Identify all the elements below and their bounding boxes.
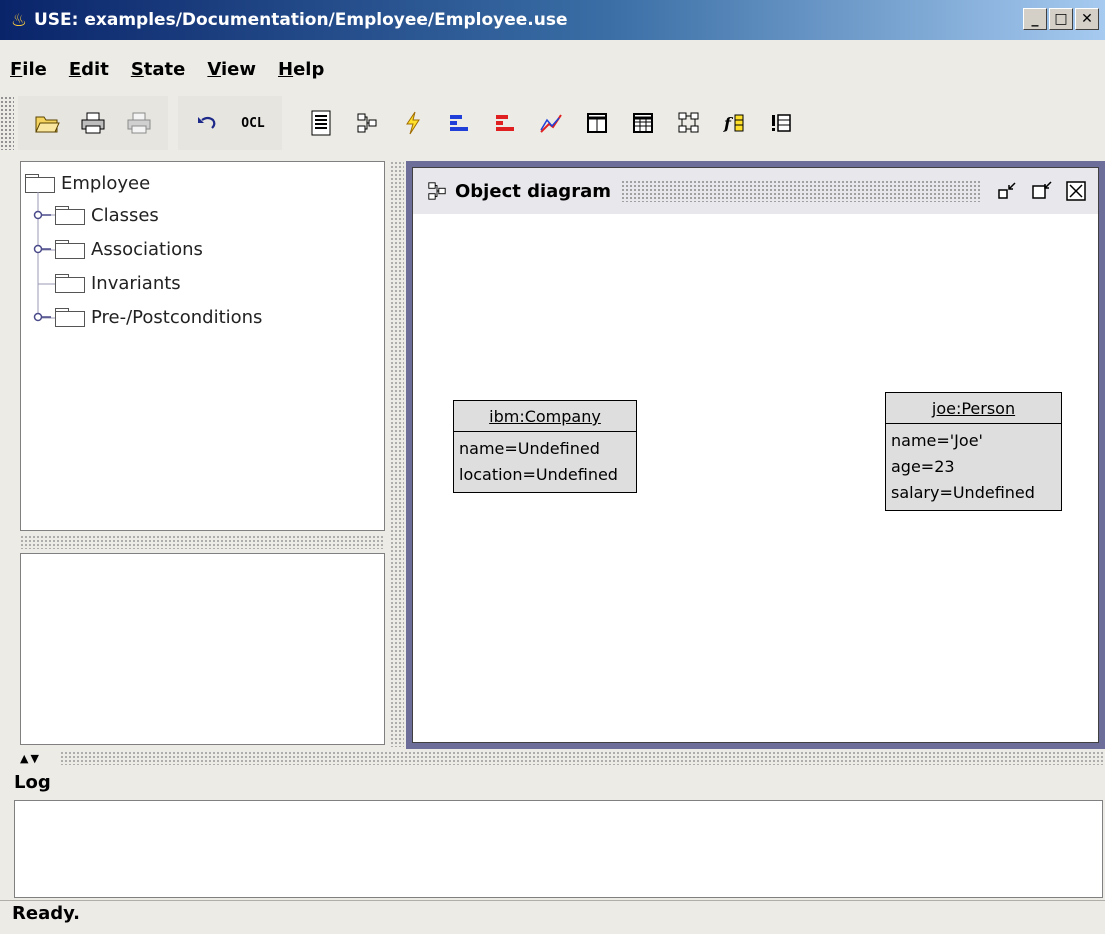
left-splitter[interactable] [20,535,385,549]
blue-bars-icon[interactable] [443,107,475,139]
lightning-icon[interactable] [397,107,429,139]
invariant-list-icon[interactable] [765,107,797,139]
menu-file[interactable]: File [0,59,58,80]
splitter-arrows[interactable]: ▲ ▼ [20,751,60,765]
titlebar-texture [620,180,982,202]
tree-item-invariants[interactable]: Invariants [55,268,181,298]
toolbar-grip[interactable] [0,96,14,150]
print-disabled-icon[interactable] [123,107,155,139]
svg-text:f: f [723,114,734,133]
folder-icon [55,206,85,225]
minimize-button[interactable]: _ [1023,8,1047,30]
folder-icon [55,308,85,327]
object-attributes: name='Joe' age=23 salary=Undefined [886,424,1061,510]
toolbar-group-file [18,96,168,150]
class-diagram-icon[interactable] [673,107,705,139]
close-button[interactable]: ✕ [1075,8,1099,30]
object-attribute: age=23 [891,457,955,476]
tree-item-prepostconditions[interactable]: Pre-/Postconditions [33,302,262,332]
object-name: ibm:Company [454,401,636,432]
object-attribute: name=Undefined [459,439,600,458]
object-table-icon[interactable] [627,107,659,139]
object-name: joe:Person [886,393,1061,424]
undo-icon[interactable] [191,107,223,139]
menu-view[interactable]: View [196,59,267,80]
internal-frame-controls [996,179,1088,203]
class-info-icon[interactable] [305,107,337,139]
ocl-icon[interactable]: OCL [237,107,269,139]
red-bars-icon[interactable] [489,107,521,139]
expand-handle-icon[interactable] [33,243,53,255]
object-attribute: location=Undefined [459,465,618,484]
menu-state[interactable]: State [120,59,197,80]
window-title: USE: examples/Documentation/Employee/Emp… [34,10,568,30]
expand-handle-icon[interactable] [33,209,53,221]
object-diagram-titlebar[interactable]: Object diagram [413,168,1098,214]
menu-bar: File Edit State View Help [0,52,1105,86]
menu-edit[interactable]: Edit [58,59,120,80]
object-diagram-title: Object diagram [455,180,611,202]
details-panel [20,553,385,745]
print-icon[interactable] [77,107,109,139]
open-folder-icon[interactable] [31,107,63,139]
object-attribute: name='Joe' [891,431,983,450]
log-label: Log [14,772,51,793]
object-diagram-canvas[interactable]: ibm:Company name=Undefined location=Unde… [413,214,1098,742]
maximize-frame-button[interactable] [1030,179,1054,203]
object-box-joe-person[interactable]: joe:Person name='Joe' age=23 salary=Unde… [885,392,1062,511]
object-diagram-icon[interactable] [351,107,383,139]
log-textarea[interactable] [14,800,1103,898]
expand-handle-icon[interactable] [33,311,53,323]
collapse-up-icon[interactable]: ▲ [20,752,28,765]
iconify-button[interactable] [996,179,1020,203]
menu-help[interactable]: Help [267,59,335,80]
collapse-down-icon[interactable]: ▼ [30,752,38,765]
folder-icon [55,240,85,259]
window-controls: _ □ ✕ [1023,8,1099,30]
title-bar: ♨ USE: examples/Documentation/Employee/E… [0,0,1105,40]
model-browser-tree[interactable]: Employee Classes Associations Invariants… [20,161,385,531]
object-attributes: name=Undefined location=Undefined [454,432,636,492]
toolbar: OCL f [18,96,820,150]
toolbar-group-edit: OCL [178,96,282,150]
vertical-splitter[interactable] [390,161,404,747]
function-icon[interactable]: f [719,107,751,139]
object-attribute: salary=Undefined [891,483,1035,502]
toolbar-group-views: f [292,96,810,150]
object-diagram-icon [428,182,446,200]
status-divider [0,900,1105,901]
horizontal-splitter[interactable] [20,751,1105,765]
tree-item-associations[interactable]: Associations [33,234,203,264]
object-box-ibm-company[interactable]: ibm:Company name=Undefined location=Unde… [453,400,637,493]
status-bar-text: Ready. [12,903,81,924]
class-invariant-icon[interactable] [581,107,613,139]
folder-icon [55,274,85,293]
maximize-button[interactable]: □ [1049,8,1073,30]
close-frame-button[interactable] [1064,179,1088,203]
tree-item-classes[interactable]: Classes [33,200,159,230]
java-app-icon: ♨ [10,9,28,31]
line-chart-icon[interactable] [535,107,567,139]
object-diagram-window: Object diagram ibm:Company name=Undefine… [412,167,1099,743]
